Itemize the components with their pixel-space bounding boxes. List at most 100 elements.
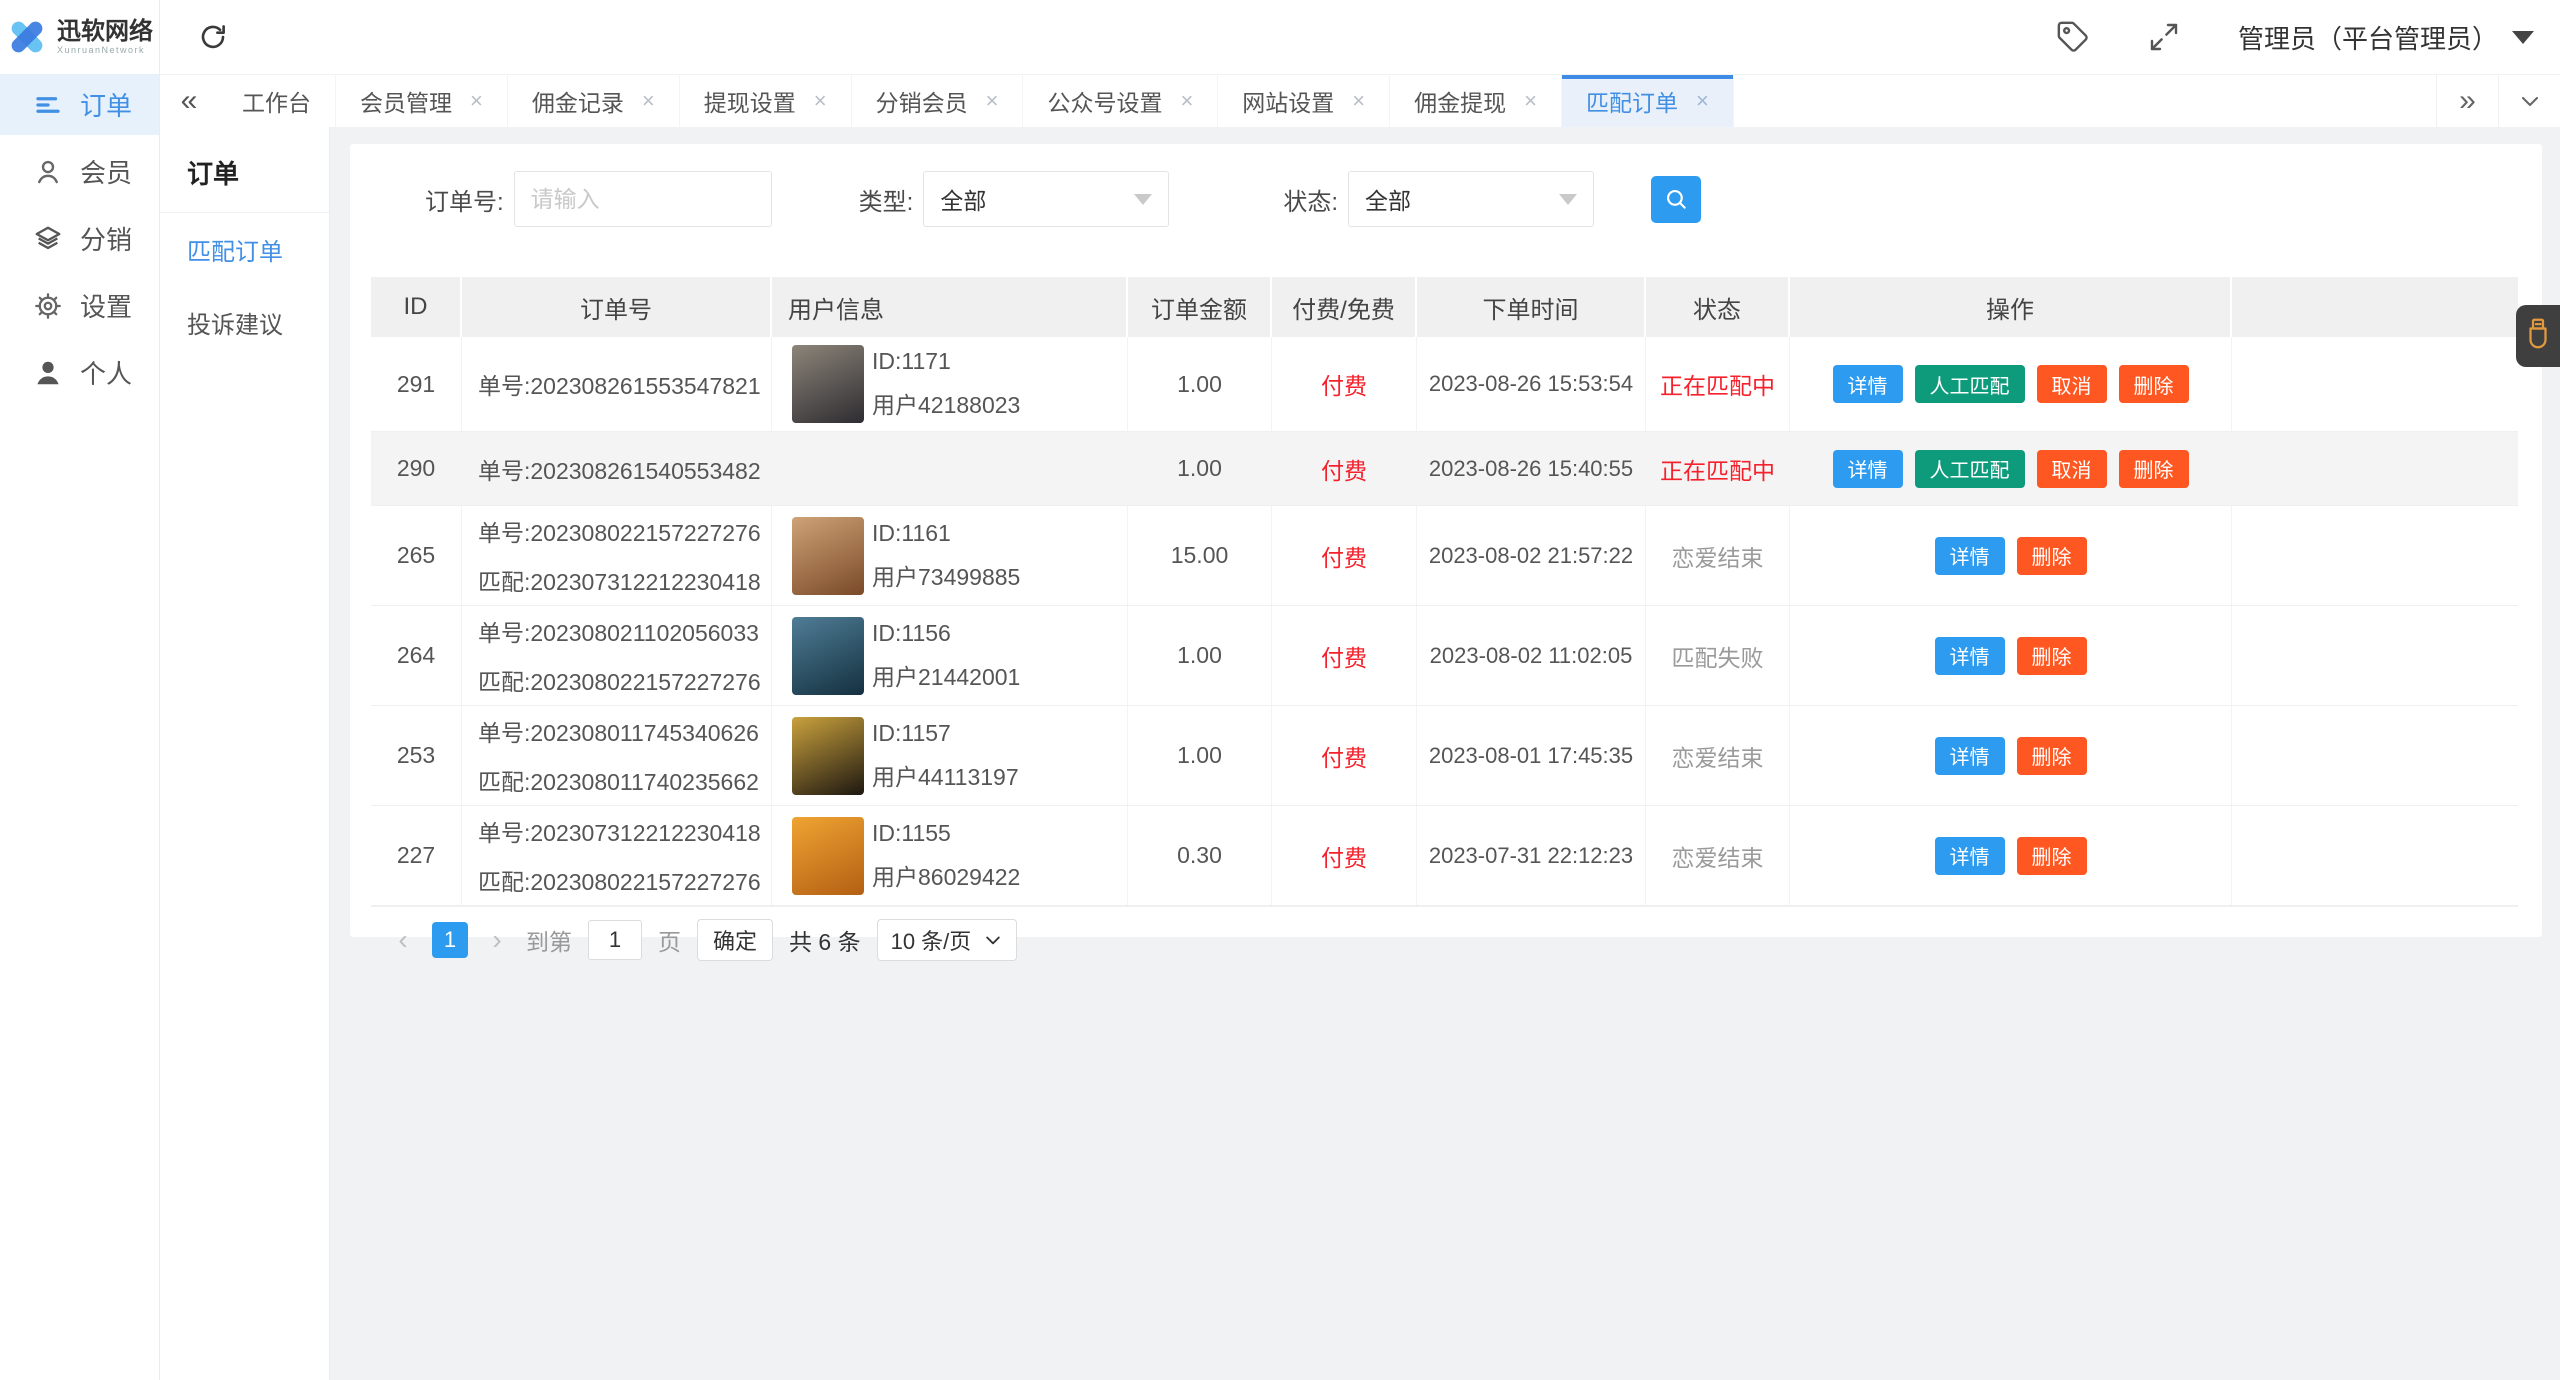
tab-close-icon[interactable]: × — [470, 90, 483, 112]
tab-2[interactable]: 会员管理 × — [336, 75, 508, 127]
tabs-dropdown-icon[interactable] — [2498, 75, 2560, 127]
tab-close-icon[interactable]: × — [1180, 90, 1193, 112]
cancel-button[interactable]: 取消 — [2036, 365, 2107, 403]
cell-actions: 详情 删除 — [1790, 506, 2232, 605]
floating-usb-widget[interactable] — [2516, 305, 2560, 367]
app-logo[interactable]: 迅软网络 XunruanNetwork — [0, 0, 159, 74]
cell-fee-type: 付费 — [1272, 806, 1417, 905]
tab-close-icon[interactable]: × — [1352, 90, 1365, 112]
cell-order-time: 2023-08-26 15:53:54 — [1417, 337, 1646, 431]
tab-9[interactable]: 匹配订单 × — [1562, 75, 1734, 127]
tab-1[interactable]: 工作台 — [218, 75, 336, 127]
order-no-input[interactable] — [513, 171, 772, 227]
detail-button[interactable]: 详情 — [1832, 449, 1903, 488]
cell-actions: 详情 删除 — [1790, 706, 2232, 805]
user-avatar[interactable] — [792, 716, 864, 795]
tab-close-icon[interactable]: × — [642, 90, 655, 112]
delete-button[interactable]: 删除 — [2118, 365, 2189, 403]
user-texts: ID:1157 用户44113197 — [872, 717, 1019, 795]
type-select[interactable]: 全部 — [923, 171, 1170, 227]
user-avatar[interactable] — [792, 516, 864, 595]
detail-button[interactable]: 详情 — [1934, 636, 2005, 675]
submenu-item-2[interactable]: 投诉建议 — [160, 286, 329, 359]
delete-button[interactable]: 删除 — [2016, 536, 2087, 575]
main-content: 订单号: 类型: 全部 状态: 全部 ID订单号用户信息订单金额付费/ — [331, 127, 2560, 1380]
delete-button[interactable]: 删除 — [2016, 836, 2087, 875]
tab-5[interactable]: 分销会员 × — [852, 75, 1024, 127]
tab-3[interactable]: 佣金记录 × — [508, 75, 680, 127]
delete-button[interactable]: 删除 — [2118, 449, 2189, 488]
user-name: 用户21442001 — [872, 663, 1021, 690]
type-caret-down-icon — [1134, 193, 1153, 205]
user-avatar[interactable] — [792, 345, 864, 423]
cell-actions: 详情 人工匹配 取消 删除 — [1790, 432, 2232, 505]
user-menu[interactable]: 管理员（平台管理员） — [2238, 19, 2534, 56]
manual-match-button[interactable]: 人工匹配 — [1914, 449, 2025, 488]
per-page-chevron-down-icon — [986, 936, 1001, 944]
tab-label: 分销会员 — [875, 90, 968, 116]
cancel-button[interactable]: 取消 — [2036, 449, 2107, 488]
type-select-value: 全部 — [940, 188, 987, 214]
tab-label: 网站设置 — [1242, 90, 1335, 116]
sidebar-item-label: 设置 — [80, 292, 133, 322]
cell-id: 265 — [371, 506, 462, 605]
cell-filler — [2232, 337, 2518, 431]
sidebar-item-3[interactable]: 分销 — [0, 208, 159, 269]
user-name: 用户44113197 — [872, 763, 1019, 790]
table-body: 291 单号:202308261553547821 ID:1171 用户4218802… — [371, 337, 2518, 906]
cell-amount: 1.00 — [1128, 432, 1272, 505]
user-avatar[interactable] — [792, 616, 864, 695]
distribution-layers-icon — [33, 224, 63, 254]
cell-filler — [2232, 806, 2518, 905]
tag-icon[interactable] — [2056, 20, 2090, 54]
confirm-page-button[interactable]: 确定 — [697, 918, 774, 961]
search-button[interactable] — [1651, 175, 1702, 223]
sidebar-item-5[interactable]: 个人 — [0, 342, 159, 403]
manual-match-button[interactable]: 人工匹配 — [1914, 365, 2025, 403]
tab-close-icon[interactable]: × — [986, 90, 999, 112]
detail-button[interactable]: 详情 — [1934, 836, 2005, 875]
sidebar-item-2[interactable]: 会员 — [0, 141, 159, 202]
delete-button[interactable]: 删除 — [2016, 636, 2087, 675]
cell-amount: 1.00 — [1128, 337, 1272, 431]
tab-7[interactable]: 网站设置 × — [1218, 75, 1391, 127]
sidebar-item-1[interactable]: 订单 — [0, 74, 159, 135]
cell-order-no: 单号:202308261540553482 — [462, 432, 772, 505]
user-avatar[interactable] — [792, 816, 864, 895]
detail-button[interactable]: 详情 — [1934, 736, 2005, 775]
sidebar-item-4[interactable]: 设置 — [0, 275, 159, 336]
fullscreen-icon[interactable] — [2148, 21, 2180, 53]
cell-filler — [2232, 706, 2518, 805]
detail-button[interactable]: 详情 — [1934, 536, 2005, 575]
tab-8[interactable]: 佣金提现 × — [1390, 75, 1563, 127]
x-logo-icon — [6, 16, 48, 58]
cell-order-time: 2023-08-26 15:40:55 — [1417, 432, 1646, 505]
tab-close-icon[interactable]: × — [1524, 90, 1537, 112]
detail-button[interactable]: 详情 — [1832, 365, 1903, 403]
user-name: 用户42188023 — [872, 392, 1021, 418]
cell-amount: 15.00 — [1128, 506, 1272, 605]
refresh-icon[interactable] — [198, 22, 228, 52]
logo-text: 迅软网络 — [57, 18, 153, 46]
collapse-tabs-icon[interactable]: « — [160, 75, 218, 127]
tab-4[interactable]: 提现设置 × — [680, 75, 852, 127]
current-page-button[interactable]: 1 — [432, 921, 468, 958]
delete-button[interactable]: 删除 — [2016, 736, 2087, 775]
cell-fee-type: 付费 — [1272, 432, 1417, 505]
cell-order-time: 2023-08-02 11:02:05 — [1417, 606, 1646, 705]
more-tabs-icon[interactable]: » — [2436, 75, 2498, 127]
goto-page-input[interactable] — [588, 919, 642, 960]
tab-6[interactable]: 公众号设置 × — [1023, 75, 1219, 127]
status-select[interactable]: 全部 — [1348, 171, 1595, 227]
tab-close-icon[interactable]: × — [814, 90, 827, 112]
cell-id: 291 — [371, 337, 462, 431]
cell-amount: 0.30 — [1128, 806, 1272, 905]
submenu-item-1[interactable]: 匹配订单 — [160, 213, 329, 286]
cell-user-info: ID:1171 用户42188023 — [772, 337, 1128, 431]
per-page-select[interactable]: 10 条/页 — [876, 918, 1018, 961]
tab-close-icon[interactable]: × — [1696, 90, 1709, 112]
next-page-icon[interactable]: › — [484, 924, 510, 956]
order-no-label: 订单号: — [425, 188, 504, 216]
cell-filler — [2232, 506, 2518, 605]
prev-page-icon[interactable]: ‹ — [390, 924, 416, 956]
